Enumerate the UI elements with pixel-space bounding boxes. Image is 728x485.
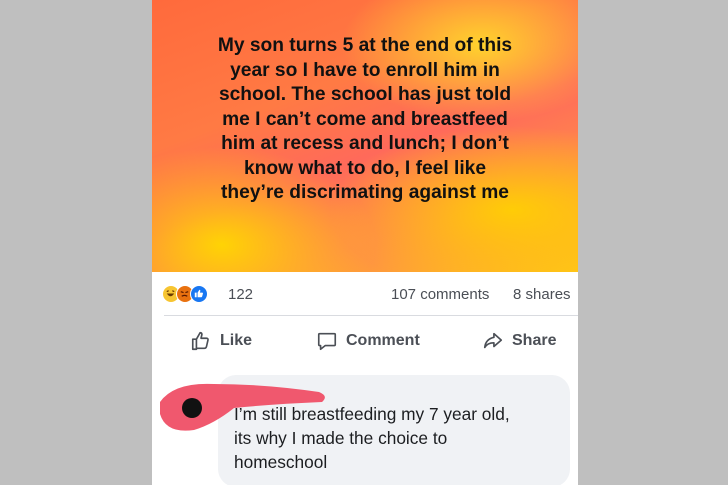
facebook-post-screen: My son turns 5 at the end of this year s… (152, 0, 578, 485)
post-stats-row: 122 107 comments 8 shares (152, 280, 578, 310)
thumbs-up-icon (191, 331, 209, 351)
share-arrow-icon (483, 332, 503, 349)
comment-label: Comment (346, 332, 420, 349)
comment-button[interactable]: Comment (316, 328, 420, 354)
comment-item: I’m still breastfeeding my 7 year old, i… (152, 362, 578, 485)
like-label: Like (220, 332, 253, 349)
reaction-icons[interactable] (162, 285, 222, 305)
like-button[interactable]: Like (190, 328, 252, 354)
like-reaction-icon (190, 285, 208, 303)
share-label: Share (512, 332, 557, 349)
post-background: My son turns 5 at the end of this year s… (152, 0, 578, 272)
shares-count[interactable]: 8 shares (513, 286, 571, 303)
comment-text: I’m still breastfeeding my 7 year old, i… (234, 404, 510, 472)
reaction-count[interactable]: 122 (228, 286, 253, 303)
post-text: My son turns 5 at the end of this year s… (217, 35, 513, 203)
share-button[interactable]: Share (482, 328, 556, 354)
divider (164, 315, 578, 316)
post-actions-bar: Like Comment Share (152, 320, 578, 362)
comments-count[interactable]: 107 comments (391, 286, 489, 303)
comment-bubble-icon (317, 332, 337, 351)
